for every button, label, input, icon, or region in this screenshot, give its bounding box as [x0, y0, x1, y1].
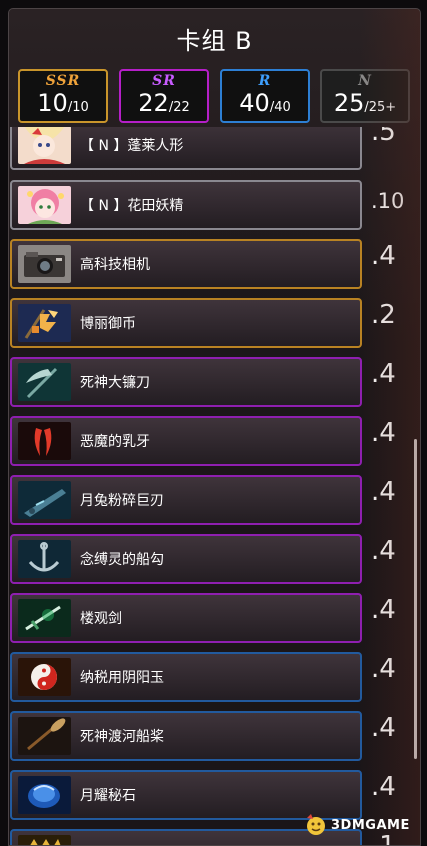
sr-tier-label: SR [121, 73, 207, 89]
card-row[interactable]: 月兔粉碎巨刃 [10, 475, 362, 525]
sword-icon [18, 599, 71, 637]
card-cost: .10 [371, 189, 411, 213]
card-row[interactable]: 【 N 】花田妖精 [10, 180, 362, 230]
card-cost: .4 [371, 241, 411, 271]
card-name: 博丽御币 [80, 313, 136, 333]
card-row[interactable]: 念缚灵的船勾 [10, 534, 362, 584]
oar-icon [18, 717, 71, 755]
card-cost: .2 [371, 300, 411, 330]
card-list[interactable]: 【 N 】蓬莱人形 .5 【 N 】花田妖精 .10 高科技相机 .4 博丽御币… [9, 127, 420, 845]
card-row[interactable]: 纳税用阴阳玉 [10, 652, 362, 702]
card-cost: .4 [371, 418, 411, 448]
card-row[interactable]: 恶魔的乳牙 [10, 416, 362, 466]
yinyang-orb-icon [18, 658, 71, 696]
watermark-text: 3DMGAME [331, 818, 410, 833]
watermark: 3DMGAME [303, 810, 423, 840]
r-count: 40/40 [222, 89, 308, 117]
n-tier-label: N [322, 73, 408, 89]
r-tier-label: R [222, 73, 308, 89]
fang-icon [18, 422, 71, 460]
flower-fairy-portrait-icon [18, 186, 71, 224]
hourai-doll-portrait-icon [18, 127, 71, 164]
card-row[interactable]: 死神大镰刀 [10, 357, 362, 407]
card-cost: .4 [371, 536, 411, 566]
card-row[interactable]: 死神渡河船桨 [10, 711, 362, 761]
card-cost: .4 [371, 477, 411, 507]
card-name: 【 N 】蓬莱人形 [80, 135, 183, 155]
card-row[interactable]: 楼观剑 [10, 593, 362, 643]
deck-panel: 卡组 B SSR 10/10 SR 22/22 R 40/40 N 25/25+… [8, 8, 421, 846]
card-cost: .4 [371, 713, 411, 743]
card-cost: .5 [371, 127, 411, 147]
anchor-icon [18, 540, 71, 578]
r-counter[interactable]: R 40/40 [220, 69, 310, 123]
rarity-counters: SSR 10/10 SR 22/22 R 40/40 N 25/25+ [18, 69, 410, 121]
card-name: 念缚灵的船勾 [80, 549, 164, 569]
card-cost: .4 [371, 359, 411, 389]
scythe-icon [18, 363, 71, 401]
ssr-count: 10/10 [20, 89, 106, 117]
ssr-counter[interactable]: SSR 10/10 [18, 69, 108, 123]
card-cost: .4 [371, 595, 411, 625]
camera-icon [18, 245, 71, 283]
3dm-logo-icon [303, 812, 329, 836]
card-name: 恶魔的乳牙 [80, 431, 150, 451]
card-row[interactable]: 高科技相机 [10, 239, 362, 289]
sr-counter[interactable]: SR 22/22 [119, 69, 209, 123]
card-row[interactable]: 【 N 】蓬莱人形 [10, 127, 362, 170]
list-scrollbar[interactable] [414, 439, 417, 759]
card-name: 高科技相机 [80, 254, 150, 274]
card-name: 纳税用阴阳玉 [80, 667, 164, 687]
greatblade-icon [18, 481, 71, 519]
card-name: 死神大镰刀 [80, 372, 150, 392]
card-name: 月兔粉碎巨刃 [80, 490, 164, 510]
card-name: 月耀秘石 [80, 785, 136, 805]
sr-count: 22/22 [121, 89, 207, 117]
moonstone-icon [18, 776, 71, 814]
card-row[interactable]: 博丽御币 [10, 298, 362, 348]
n-count: 25/25+ [322, 89, 408, 117]
n-counter[interactable]: N 25/25+ [320, 69, 410, 123]
gohei-icon [18, 304, 71, 342]
card-cost: .4 [371, 654, 411, 684]
card-cost: .4 [371, 772, 411, 802]
card-name: 【 N 】花田妖精 [80, 195, 183, 215]
page-title: 卡组 B [9, 21, 420, 56]
card-name: 死神渡河船桨 [80, 726, 164, 746]
card-name: 楼观剑 [80, 608, 122, 628]
ssr-tier-label: SSR [20, 73, 106, 89]
